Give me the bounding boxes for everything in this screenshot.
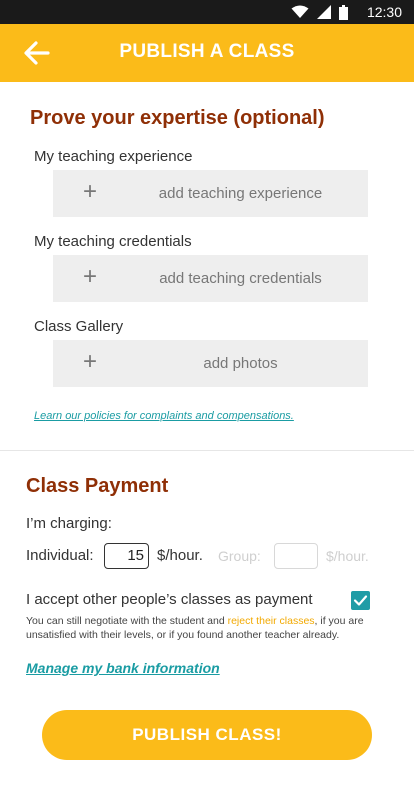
accept-classes-checkbox[interactable] [351,591,370,610]
accept-classes-label: I accept other people’s classes as payme… [26,591,313,608]
payment-heading: Class Payment [26,475,169,497]
charging-label: I’m charging: [26,515,112,532]
manage-bank-link[interactable]: Manage my bank information [26,660,220,676]
note-text-start: You can still negotiate with the student… [26,615,228,627]
reject-classes-highlight: reject their classes [227,615,315,627]
negotiation-note: You can still negotiate with the student… [26,614,388,642]
checkmark-icon [353,595,368,606]
battery-icon [339,4,348,20]
add-experience-button[interactable]: + add teaching experience [53,170,368,217]
add-credentials-button[interactable]: + add teaching credentials [53,255,368,302]
group-unit: $/hour. [326,548,369,564]
status-bar: 12:30 [0,0,414,24]
payment-section: Class Payment I’m charging: Individual: … [0,451,414,786]
add-experience-label: add teaching experience [158,185,323,202]
signal-icon [317,5,331,19]
individual-label: Individual: [26,547,94,564]
individual-unit: $/hour. [157,547,203,564]
status-time: 12:30 [366,4,402,20]
add-credentials-label: add teaching credentials [159,270,322,287]
individual-price-input[interactable]: 15 [104,543,149,569]
page-title: PUBLISH A CLASS [119,41,295,62]
experience-label: My teaching experience [34,148,193,165]
plus-icon: + [83,178,98,205]
gallery-label: Class Gallery [34,318,124,335]
wifi-icon [291,5,309,18]
policy-link[interactable]: Learn our policies for complaints and co… [34,410,294,422]
plus-icon: + [83,348,98,375]
add-photos-button[interactable]: + add photos [53,340,368,387]
plus-icon: + [83,263,98,290]
group-label: Group: [218,548,261,564]
add-photos-label: add photos [203,355,278,372]
expertise-section: Prove your expertise (optional) My teach… [0,82,414,450]
price-row: Individual: 15 $/hour. Group: $/hour. [26,543,396,569]
app-bar: PUBLISH A CLASS [0,24,414,82]
status-icons [291,4,348,20]
expertise-heading: Prove your expertise (optional) [30,107,325,129]
credentials-label: My teaching credentials [34,233,192,250]
publish-class-button[interactable]: PUBLISH CLASS! [42,710,372,760]
group-price-input[interactable] [274,543,318,569]
